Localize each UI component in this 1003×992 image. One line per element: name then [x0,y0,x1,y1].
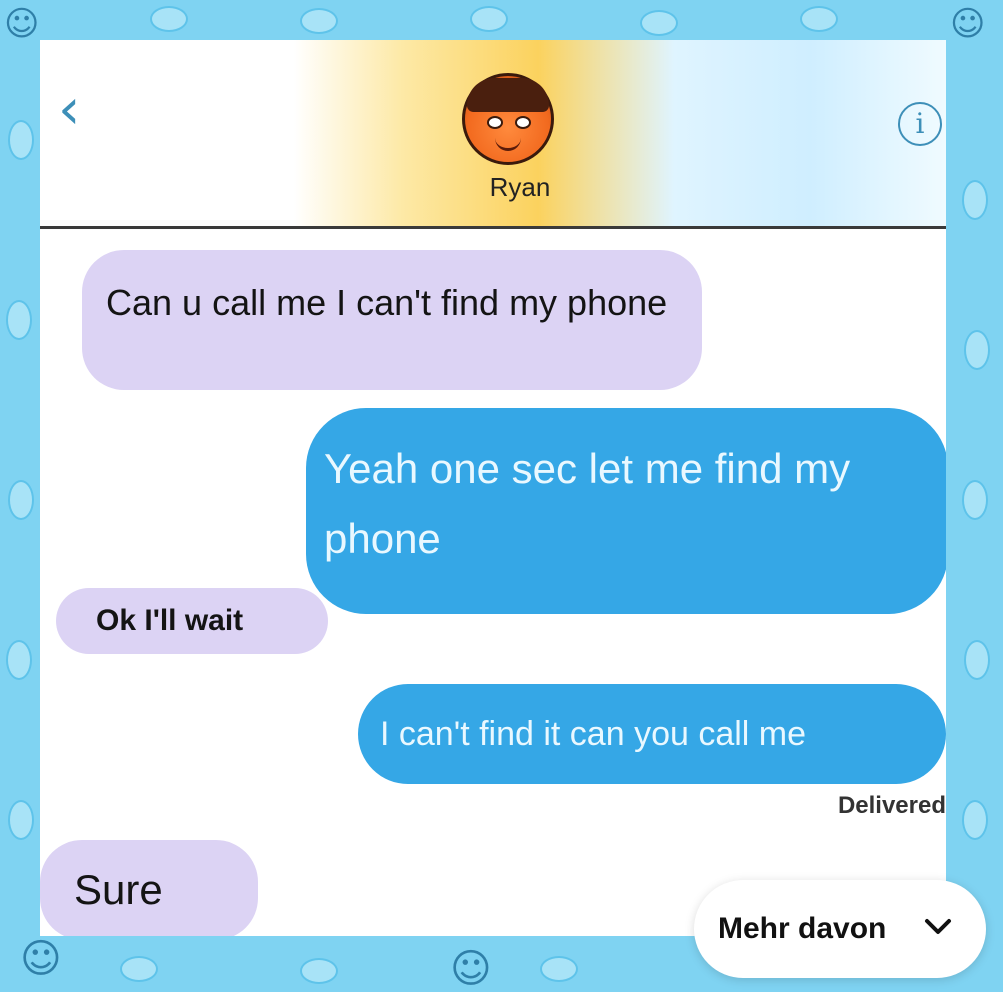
chevron-down-icon [925,919,951,934]
message-incoming: Can u call me I can't find my phone [82,250,702,390]
delivered-status: Delivered [837,792,946,819]
contact-name[interactable]: Ryan [470,172,570,203]
message-incoming: Sure [40,840,258,936]
cartoon-character-icon: ☺ [4,4,40,44]
cartoon-character-icon: ☺ [20,936,62,982]
chat-screenshot: ‹ Ryan i Can u call me I can't find my p… [40,40,946,936]
message-incoming: Ok I'll wait [56,588,328,654]
cartoon-character-icon: ☺ [450,946,492,992]
info-icon[interactable]: i [898,102,942,146]
message-outgoing: I can't find it can you call me [358,684,946,784]
cartoon-character-icon: ☺ [950,4,986,44]
avatar[interactable] [462,73,554,165]
more-button-label: Mehr davon [718,912,887,945]
chat-header: ‹ Ryan i [40,40,946,229]
more-button[interactable]: Mehr davon [694,880,986,978]
message-outgoing: Yeah one sec let me find my phone [306,408,946,614]
chevron-left-icon[interactable]: ‹ [58,80,98,140]
